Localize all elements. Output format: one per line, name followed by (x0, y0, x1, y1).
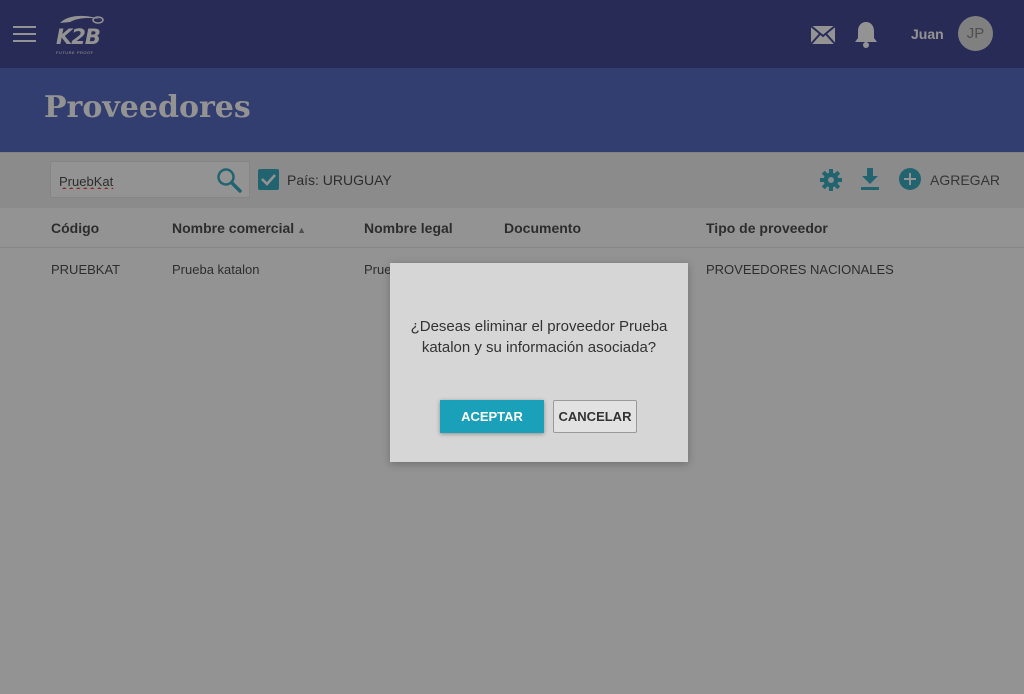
cancel-button[interactable]: CANCELAR (553, 400, 637, 433)
confirm-delete-dialog: ¿Deseas eliminar el proveedor Prueba kat… (390, 263, 688, 462)
accept-button[interactable]: ACEPTAR (440, 400, 544, 433)
dialog-message: ¿Deseas eliminar el proveedor Prueba kat… (410, 318, 668, 356)
